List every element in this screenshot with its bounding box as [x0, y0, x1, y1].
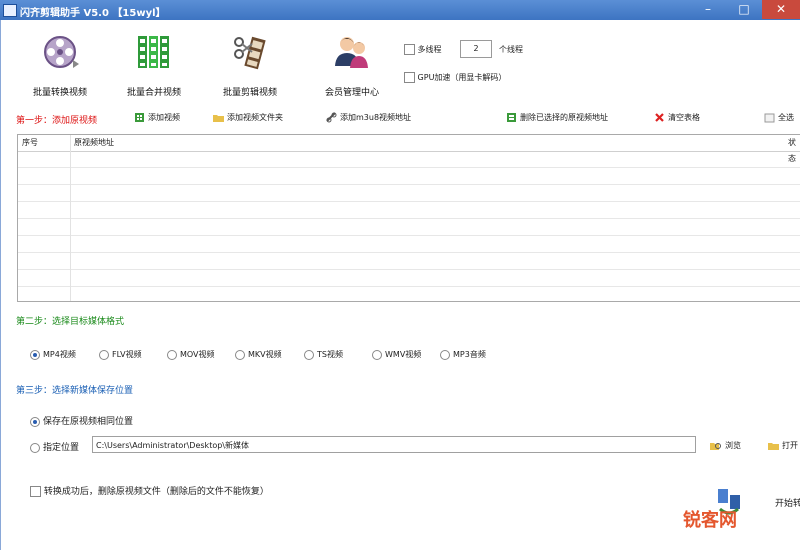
format-mp3[interactable]: MP3音频 [440, 349, 486, 360]
add-url-label: 添加m3u8视频地址 [340, 113, 412, 122]
step3-label: 第三步：选择新媒体保存位置 [16, 386, 134, 396]
browse-label: 浏览 [725, 441, 741, 450]
format-mkv[interactable]: MKV视频 [235, 349, 282, 360]
thread-count-input[interactable]: 2 [460, 40, 492, 58]
film-strips-icon [138, 36, 169, 68]
add-folder-label: 添加视频文件夹 [227, 113, 283, 122]
member-center-label: 会员管理中心 [324, 88, 379, 98]
format-ts[interactable]: TS视频 [304, 349, 343, 360]
select-all-icon [764, 113, 775, 123]
ts-radio[interactable] [304, 349, 314, 360]
delete-after-checkbox[interactable] [30, 486, 41, 497]
magnifier-folder-icon [710, 443, 721, 450]
select-all-button[interactable]: 全选 [764, 112, 794, 123]
batch-merge-button[interactable]: 批量合并视频 [115, 32, 193, 98]
window-title: 闪齐剪辑助手 V5.0 【15wyl】 [20, 8, 166, 19]
col-status: 状态 [788, 138, 796, 163]
film-delete-icon [507, 113, 516, 122]
thread-unit-label: 个线程 [499, 45, 523, 54]
multi-thread-checkbox[interactable] [404, 44, 415, 55]
scissors-film-icon [234, 36, 266, 70]
member-center-button[interactable]: 会员管理中心 [314, 32, 390, 98]
wmv-radio[interactable] [372, 349, 382, 360]
mp4-radio[interactable] [30, 349, 40, 360]
batch-convert-button[interactable]: 批量转换视频 [24, 32, 96, 98]
clear-table-label: 清空表格 [668, 113, 700, 122]
gpu-checkbox[interactable] [404, 72, 415, 83]
add-video-button[interactable]: 添加视频 [134, 112, 180, 123]
batch-edit-label: 批量剪辑视频 [222, 88, 277, 98]
gpu-option[interactable]: GPU加速（用显卡解码） [404, 72, 506, 83]
mp3-label: MP3音频 [453, 350, 486, 359]
save-same-label: 保存在原视频相同位置 [43, 417, 134, 427]
mp3-radio[interactable] [440, 349, 450, 360]
custom-location-option[interactable]: 指定位置 [30, 440, 79, 453]
custom-location-label: 指定位置 [43, 443, 80, 453]
batch-merge-label: 批量合并视频 [126, 88, 181, 98]
watermark-logo: 锐客网 [683, 510, 737, 531]
select-all-label: 全选 [778, 113, 794, 122]
video-table[interactable]: 序号 原视频地址 状态 [17, 134, 800, 302]
add-folder-button[interactable]: 添加视频文件夹 [213, 112, 283, 123]
mov-label: MOV视频 [180, 350, 215, 359]
table-header: 序号 原视频地址 状态 [18, 135, 800, 163]
delete-after-label: 转换成功后，删除原视频文件（删除后的文件不能恢复） [43, 487, 269, 497]
format-mov[interactable]: MOV视频 [167, 349, 215, 360]
flv-label: FLV视频 [112, 350, 142, 359]
save-same-radio[interactable] [30, 416, 40, 427]
col-index: 序号 [22, 138, 38, 147]
wmv-label: WMV视频 [385, 350, 422, 359]
multi-thread-label: 多线程 [417, 45, 442, 54]
link-icon [326, 112, 337, 123]
minimize-button[interactable]: – [690, 0, 726, 19]
custom-location-radio[interactable] [30, 442, 40, 453]
delete-selected-label: 删除已选择的原视频地址 [520, 113, 608, 122]
batch-edit-button[interactable]: 批量剪辑视频 [210, 32, 290, 98]
format-wmv[interactable]: WMV视频 [372, 349, 421, 360]
start-convert-button[interactable]: 开始转换 [775, 496, 800, 509]
folder-icon [213, 115, 224, 122]
gpu-label: GPU加速（用显卡解码） [417, 73, 507, 82]
col-source-path: 原视频地址 [74, 138, 114, 147]
step2-label: 第二步：选择目标媒体格式 [16, 317, 125, 327]
app-icon [3, 4, 17, 17]
flv-radio[interactable] [99, 349, 109, 360]
title-bar: 闪齐剪辑助手 V5.0 【15wyl】 – □ ✕ [0, 0, 800, 20]
add-url-button[interactable]: 添加m3u8视频地址 [326, 112, 411, 123]
save-same-location-option[interactable]: 保存在原视频相同位置 [30, 414, 133, 427]
multi-thread-option[interactable]: 多线程 [404, 44, 442, 55]
column-divider [70, 135, 71, 301]
clear-table-button[interactable]: 清空表格 [654, 112, 700, 123]
format-mp4[interactable]: MP4视频 [30, 349, 76, 360]
film-reel-icon [44, 36, 79, 68]
folder-open-icon [768, 443, 779, 450]
mov-radio[interactable] [167, 349, 177, 360]
save-path-input[interactable]: C:\Users\Administrator\Desktop\新媒体 [92, 436, 696, 453]
maximize-button[interactable]: □ [726, 0, 762, 19]
browse-button[interactable]: 浏览 [710, 440, 741, 451]
batch-convert-label: 批量转换视频 [32, 88, 87, 98]
mp4-label: MP4视频 [43, 350, 76, 359]
open-label: 打开 [782, 441, 798, 450]
step1-label: 第一步：添加原视频 [16, 116, 98, 126]
format-flv[interactable]: FLV视频 [99, 349, 142, 360]
ts-label: TS视频 [317, 350, 343, 359]
mkv-radio[interactable] [235, 349, 245, 360]
add-video-icon [135, 113, 144, 122]
delete-after-option[interactable]: 转换成功后，删除原视频文件（删除后的文件不能恢复） [30, 484, 269, 497]
users-icon [335, 37, 368, 68]
delete-selected-button[interactable]: 删除已选择的原视频地址 [506, 112, 608, 123]
mkv-label: MKV视频 [248, 350, 282, 359]
open-button[interactable]: 打开 [768, 440, 798, 451]
add-video-label: 添加视频 [148, 113, 180, 122]
close-button[interactable]: ✕ [762, 0, 800, 19]
red-x-icon [655, 113, 664, 122]
